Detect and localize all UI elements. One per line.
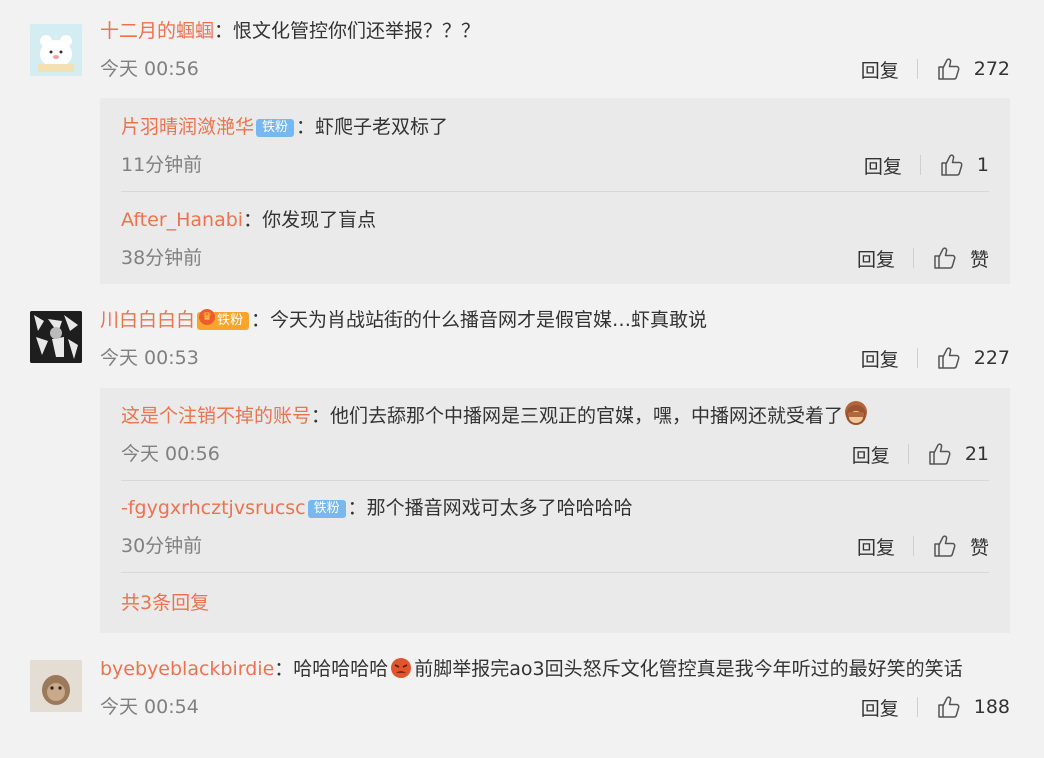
- divider: [121, 191, 989, 192]
- thumbs-up-icon: [936, 694, 962, 720]
- divider: [121, 480, 989, 481]
- comment-text: 十二月的蝈蝈：恨文化管控你们还举报？？？: [100, 12, 1010, 50]
- like-count: 赞: [969, 248, 989, 271]
- like-button[interactable]: 227: [936, 345, 1010, 371]
- comment-text: byebyeblackbirdie：哈哈哈哈哈 前脚举报完ao3回头怒斥文化管控真…: [100, 650, 1010, 688]
- reply-button[interactable]: 回复: [852, 441, 890, 468]
- divider: [907, 444, 909, 464]
- like-count: 188: [973, 696, 1010, 718]
- reply-button[interactable]: 回复: [857, 245, 895, 272]
- like-button[interactable]: 272: [936, 56, 1010, 82]
- avatar[interactable]: [30, 24, 82, 76]
- thumbs-up-icon: [927, 441, 953, 467]
- comment-text: 川白白白白 ♛ 铁粉 ：今天为肖战站街的什么播音网才是假官媒…虾真敢说: [100, 301, 1010, 339]
- timestamp: 今天 00:56: [121, 443, 220, 465]
- view-more-replies-link[interactable]: 共3条回复: [121, 592, 209, 614]
- like-button[interactable]: 赞: [932, 533, 989, 560]
- like-button[interactable]: 21: [927, 441, 989, 467]
- fan-badge: 铁粉: [307, 500, 346, 518]
- fan-badge: ♛ 铁粉: [197, 309, 250, 330]
- username-link[interactable]: -fgygxrhcztjvsrucsc: [121, 497, 306, 519]
- username-link[interactable]: After_Hanabi: [121, 209, 243, 231]
- timestamp: 今天 00:54: [100, 696, 199, 718]
- thumbs-up-icon: [939, 152, 965, 178]
- reply-button[interactable]: 回复: [861, 345, 899, 372]
- fan-badge: 铁粉: [256, 119, 295, 137]
- thumbs-up-icon: [936, 56, 962, 82]
- username-link[interactable]: byebyeblackbirdie: [100, 658, 274, 680]
- thumbs-up-icon: [932, 533, 958, 559]
- thumbs-up-icon: [932, 245, 958, 271]
- divider: [916, 59, 918, 79]
- avatar[interactable]: [30, 660, 82, 712]
- username-link[interactable]: 片羽晴润潋滟华: [121, 116, 254, 138]
- reply-body: ：他们去舔那个中播网是三观正的官媒，嘿，中播网还就受着了: [311, 405, 844, 427]
- reply-body: ：那个播音网戏可太多了哈哈哈哈: [347, 497, 633, 519]
- comment-body: ：哈哈哈哈哈: [274, 658, 389, 680]
- reply-body: ：虾爬子老双标了: [296, 116, 449, 138]
- reply-button[interactable]: 回复: [861, 694, 899, 721]
- timestamp: 今天 00:56: [100, 58, 199, 80]
- angry-face-emoji-icon: [390, 654, 412, 678]
- timestamp: 30分钟前: [121, 535, 203, 557]
- divider: [121, 572, 989, 573]
- username-link[interactable]: 这是个注销不掉的账号: [121, 405, 311, 427]
- like-count: 227: [973, 347, 1010, 369]
- monkey-emoji-icon: [845, 401, 868, 425]
- reply-body: ：你发现了盲点: [243, 209, 377, 231]
- thumbs-up-icon: [936, 345, 962, 371]
- divider: [919, 155, 921, 175]
- reply-list: 这是个注销不掉的账号：他们去舔那个中播网是三观正的官媒，嘿，中播网还就受着了 今…: [100, 388, 1010, 633]
- timestamp: 11分钟前: [121, 154, 203, 176]
- comment-body-continued: 前脚举报完ao3回头怒斥文化管控真是我今年听过的最好笑的笑话: [414, 658, 963, 680]
- like-count: 272: [973, 58, 1010, 80]
- divider: [912, 248, 914, 268]
- reply-button[interactable]: 回复: [864, 152, 902, 179]
- reply-list: 片羽晴润潋滟华 铁粉 ：虾爬子老双标了 11分钟前 回复 1 After_Hanab…: [100, 98, 1010, 284]
- username-link[interactable]: 十二月的蝈蝈: [100, 20, 214, 42]
- like-count: 赞: [969, 536, 989, 559]
- timestamp: 38分钟前: [121, 247, 203, 269]
- like-button[interactable]: 赞: [932, 245, 989, 272]
- like-count: 21: [964, 443, 989, 465]
- reply-button[interactable]: 回复: [857, 533, 895, 560]
- divider: [912, 536, 914, 556]
- comment-body: ：今天为肖战站街的什么播音网才是假官媒…虾真敢说: [251, 309, 708, 331]
- reply-button[interactable]: 回复: [861, 56, 899, 83]
- avatar[interactable]: [30, 311, 82, 363]
- divider: [916, 697, 918, 717]
- like-button[interactable]: 188: [936, 694, 1010, 720]
- comment-body: ：恨文化管控你们还举报？？？: [214, 20, 481, 42]
- crown-icon: ♛: [199, 309, 216, 325]
- like-count: 1: [976, 154, 989, 176]
- username-link[interactable]: 川白白白白: [100, 309, 195, 331]
- timestamp: 今天 00:53: [100, 347, 199, 369]
- like-button[interactable]: 1: [939, 152, 989, 178]
- divider: [916, 348, 918, 368]
